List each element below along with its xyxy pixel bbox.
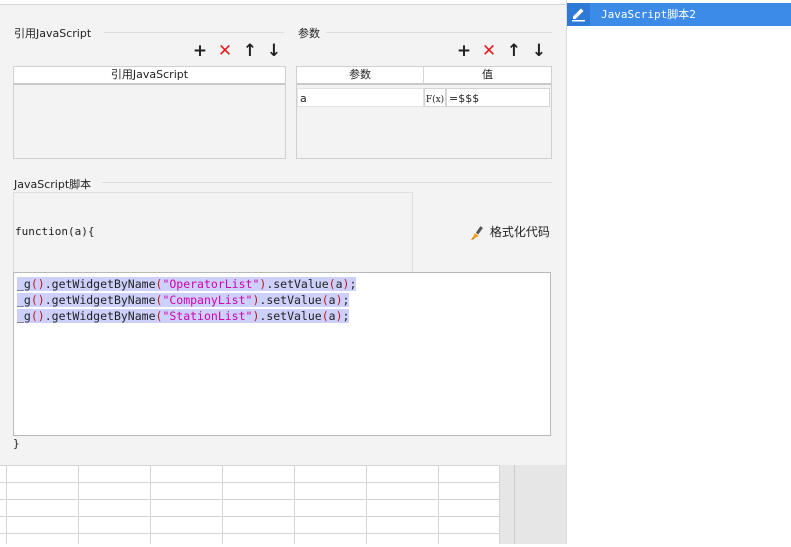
move-down-param-button[interactable]: ↓: [530, 43, 548, 60]
param-value-cell[interactable]: =$$$: [446, 88, 550, 107]
code-line-text: _g().getWidgetByName("CompanyList").setV…: [17, 293, 350, 307]
move-down-icon: ↓: [266, 41, 282, 61]
format-code-label: 格式化代码: [489, 225, 550, 239]
function-header: function(a){: [15, 225, 95, 238]
sidebar-divider: [566, 0, 567, 544]
code-line-text: _g().getWidgetByName("StationList").setV…: [17, 309, 350, 323]
reference-js-divider: [104, 32, 284, 33]
add-reference-button[interactable]: +: [191, 43, 209, 60]
reference-js-column-header[interactable]: 引用JavaScript: [14, 67, 285, 85]
param-name-cell[interactable]: a: [297, 88, 424, 107]
delete-param-button[interactable]: ✕: [480, 43, 498, 60]
code-editor[interactable]: _g().getWidgetByName("OperatorList").set…: [13, 272, 551, 436]
params-table: 参数 值 a F(x) =$$$: [296, 66, 552, 159]
move-down-icon: ↓: [531, 41, 547, 61]
move-up-icon: ↑: [242, 41, 258, 61]
format-code-button[interactable]: 格式化代码: [470, 223, 550, 241]
code-line: _g().getWidgetByName("StationList").setV…: [17, 308, 356, 324]
sidebar-item-label: JavaScript脚本2: [601, 8, 696, 21]
code-line-text: _g().getWidgetByName("OperatorList").set…: [17, 277, 357, 291]
params-divider: [326, 32, 552, 33]
code-line: _g().getWidgetByName("OperatorList").set…: [17, 276, 357, 292]
brush-icon: [470, 225, 486, 241]
spreadsheet-empty-area: [500, 465, 566, 544]
reference-js-title: 引用JavaScript: [14, 27, 92, 40]
add-param-button[interactable]: +: [455, 43, 473, 60]
move-down-reference-button[interactable]: ↓: [265, 43, 283, 60]
move-up-param-button[interactable]: ↑: [505, 43, 523, 60]
reference-js-table[interactable]: 引用JavaScript: [13, 66, 286, 159]
delete-icon: ✕: [217, 41, 233, 61]
delete-icon: ✕: [481, 41, 497, 61]
delete-reference-button[interactable]: ✕: [216, 43, 234, 60]
sidebar-item-javascript-script-2[interactable]: JavaScript脚本2: [567, 3, 791, 26]
function-header-area: function(a){: [13, 192, 413, 273]
code-lines: _g().getWidgetByName("OperatorList").set…: [17, 276, 357, 324]
params-title: 参数: [298, 27, 320, 40]
grid-divider: [514, 465, 515, 544]
pencil-icon[interactable]: [567, 3, 590, 26]
script-section-divider: [102, 182, 552, 183]
spreadsheet-grid[interactable]: [0, 465, 500, 544]
script-section-title: JavaScript脚本: [14, 178, 92, 191]
add-icon: +: [192, 41, 208, 61]
add-icon: +: [456, 41, 472, 61]
formula-button[interactable]: F(x): [424, 88, 446, 107]
code-line: _g().getWidgetByName("CompanyList").setV…: [17, 292, 356, 308]
formula-icon: F(x): [425, 95, 445, 105]
params-column-value[interactable]: 值: [424, 67, 551, 85]
params-column-name[interactable]: 参数: [297, 67, 424, 85]
move-up-reference-button[interactable]: ↑: [241, 43, 259, 60]
function-closing: }: [13, 437, 20, 450]
move-up-icon: ↑: [506, 41, 522, 61]
